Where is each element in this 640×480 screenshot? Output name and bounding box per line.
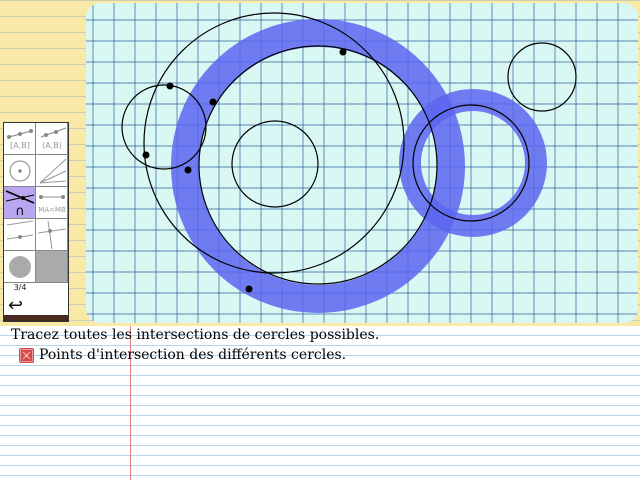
- objective-item: Points d'intersection des différents cer…: [19, 346, 346, 364]
- angle-tool[interactable]: [36, 155, 68, 187]
- tool-palette: [A,B] (A,B) ∩ MA=MB 3/4 ↩: [3, 122, 69, 322]
- toolbar-footer: [4, 315, 68, 321]
- angle-icon: [39, 158, 67, 184]
- point-icon: [9, 256, 31, 278]
- line-ab-tool[interactable]: (A,B): [36, 139, 68, 155]
- equidistant-icon: [39, 195, 65, 199]
- objective-label: Points d'intersection des différents cer…: [39, 347, 347, 363]
- parallel-tool[interactable]: [4, 219, 36, 251]
- intersection-point: [166, 82, 174, 90]
- perpendicular-icon: [37, 220, 67, 250]
- circle-icon: [9, 160, 31, 182]
- point-tool[interactable]: [4, 251, 36, 283]
- page-indicator: 3/4: [13, 283, 27, 292]
- intersection-point: [339, 48, 347, 56]
- highlighted-circles: [171, 19, 547, 313]
- incomplete-icon: [19, 347, 34, 363]
- fill-tool[interactable]: [36, 251, 68, 283]
- intersection-point: [245, 285, 253, 293]
- parallel-icon: [6, 220, 34, 240]
- segment-ab-label: [A,B]: [10, 141, 30, 150]
- circle-tool[interactable]: [4, 155, 36, 187]
- back-button[interactable]: ↩: [8, 295, 23, 316]
- perpendicular-tool[interactable]: [36, 219, 68, 251]
- circle-top-right: [507, 42, 577, 112]
- intersection-point: [209, 98, 217, 106]
- intersection-point: [184, 166, 192, 174]
- circle-center: [231, 120, 319, 208]
- instruction-panel: Tracez toutes les intersections de cercl…: [0, 326, 640, 480]
- intersection-label: ∩: [15, 204, 25, 219]
- equidistant-label: MA=MB: [38, 206, 66, 214]
- line-ab-label: (A,B): [42, 141, 62, 150]
- equidistant-tool[interactable]: MA=MB: [36, 187, 68, 219]
- segment-ab-tool[interactable]: [A,B]: [4, 139, 36, 155]
- drawing-area[interactable]: [86, 3, 638, 323]
- task-instruction: Tracez toutes les intersections de cercl…: [11, 327, 380, 343]
- intersection-tool[interactable]: ∩: [4, 187, 36, 219]
- geometry-canvas[interactable]: [86, 3, 638, 323]
- intersection-point: [142, 151, 150, 159]
